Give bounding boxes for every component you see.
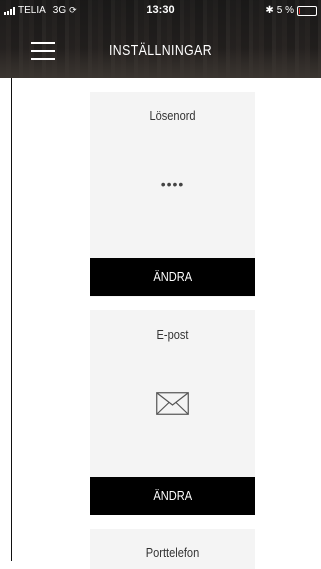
password-card: Lösenord •••• ÄNDRA [90,92,255,297]
email-title: E-post [156,327,189,342]
page-title: INSTÄLLNINGAR [108,42,213,59]
intercom-card: Porttelefon [90,529,255,569]
change-email-label: ÄNDRA [153,488,192,503]
mail-icon [156,392,189,415]
change-password-button[interactable]: ÄNDRA [90,258,255,296]
battery-level [299,7,300,14]
change-email-button[interactable]: ÄNDRA [90,477,255,515]
status-bar: TELIA 3G ⟳ 13:30 ✱ 5 % [0,0,321,22]
password-title: Lösenord [149,108,196,123]
password-value: •••• [160,176,185,192]
change-password-label: ÄNDRA [153,269,192,284]
intercom-title: Porttelefon [145,545,200,560]
email-card: E-post ÄNDRA [90,310,255,515]
app-header: TELIA 3G ⟳ 13:30 ✱ 5 % INSTÄLLNINGAR [0,0,321,78]
bluetooth-icon: ✱ [265,5,274,16]
battery-icon [297,5,317,16]
left-divider [11,78,12,561]
battery-percent: 5 % [276,5,294,16]
